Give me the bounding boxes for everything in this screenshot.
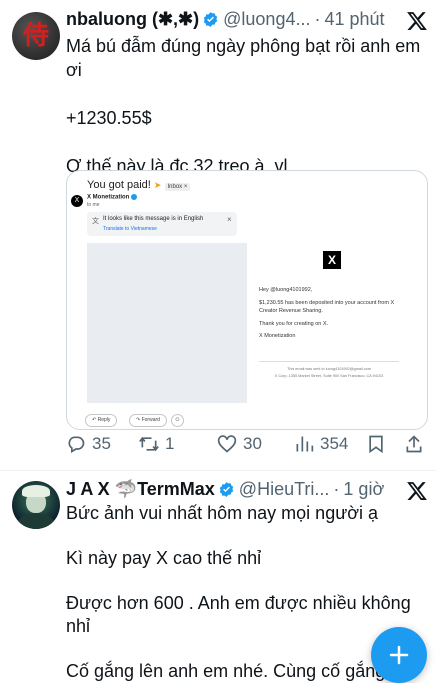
email-subject: You got paid! ➤ Inbox × bbox=[87, 179, 191, 191]
x-logo-icon: X bbox=[323, 251, 341, 269]
avatar-body bbox=[18, 513, 54, 529]
inbox-tag: Inbox × bbox=[164, 183, 191, 191]
action-bar: 35 1 30 354 bbox=[66, 434, 426, 462]
translate-box: 文 It looks like this message is in Engli… bbox=[87, 212, 237, 236]
compose-button[interactable] bbox=[371, 627, 427, 683]
separator-dot: · bbox=[314, 9, 321, 29]
forward-label: Forward bbox=[141, 417, 160, 423]
heart-icon bbox=[217, 435, 237, 453]
bookmark-icon bbox=[369, 435, 383, 454]
views-count: 354 bbox=[320, 434, 349, 453]
views-chart-icon bbox=[296, 436, 314, 452]
sender-verified-icon bbox=[131, 194, 138, 200]
sender-name: X Monetization bbox=[87, 194, 138, 201]
reply-count: 35 bbox=[92, 434, 111, 453]
left-blank-panel bbox=[87, 243, 247, 403]
footer-line bbox=[259, 361, 399, 362]
forward-button[interactable]: ↷ Forward bbox=[129, 414, 167, 427]
retweet-count: 1 bbox=[165, 434, 175, 453]
reply-label: Reply bbox=[97, 417, 111, 423]
attached-image[interactable]: You got paid! ➤ Inbox × X X Monetization… bbox=[66, 170, 428, 430]
signature: X Monetization bbox=[259, 333, 296, 339]
timestamp[interactable]: 1 giờ bbox=[343, 479, 384, 500]
body-paragraph: $1,230.55 has been deposited into your a… bbox=[259, 300, 395, 314]
plus-icon bbox=[389, 645, 409, 665]
thanks: Thank you for creating on X. bbox=[259, 321, 329, 327]
arrow-icon: ➤ bbox=[153, 180, 162, 190]
tweet-1[interactable]: 侍 nbaluong (✱,✱) @luong4... · 41 phút Má… bbox=[0, 0, 436, 470]
x-logo-icon[interactable] bbox=[406, 480, 428, 502]
tweet-header: nbaluong (✱,✱) @luong4... · 41 phút bbox=[66, 9, 385, 30]
share-icon bbox=[406, 435, 422, 453]
tweet-text: Má bú đẫm đúng ngày phông bạt rồi anh em… bbox=[66, 36, 421, 176]
sender-label: X Monetization bbox=[87, 194, 130, 201]
retweet-icon bbox=[139, 436, 159, 452]
recipient: to me bbox=[87, 202, 100, 208]
handle[interactable]: @luong4... bbox=[223, 9, 310, 30]
share-button[interactable] bbox=[404, 434, 424, 454]
retweet-button[interactable]: 1 bbox=[139, 434, 174, 454]
sender-avatar: X bbox=[71, 195, 83, 207]
email-body: X Hey @luong4101992, $1,230.55 has been … bbox=[249, 243, 409, 403]
verified-badge-icon bbox=[203, 12, 218, 27]
footer-2: X Corp. 1355 Market Street, Suite 900 Sa… bbox=[274, 374, 384, 378]
reply-button[interactable]: 35 bbox=[66, 434, 111, 454]
display-name[interactable]: nbaluong (✱,✱) bbox=[66, 9, 199, 30]
avatar-hair bbox=[22, 485, 50, 497]
reply-icon bbox=[68, 436, 85, 453]
handle[interactable]: @HieuTri... bbox=[239, 479, 330, 500]
avatar[interactable]: 侍 bbox=[12, 12, 60, 60]
translate-link[interactable]: Translate to Vietnamese bbox=[103, 226, 157, 232]
subject-text: You got paid! bbox=[87, 179, 151, 191]
like-button[interactable]: 30 bbox=[217, 434, 262, 454]
greeting: Hey @luong4101992, bbox=[259, 287, 313, 293]
translate-notice: It looks like this message is in English bbox=[103, 216, 204, 222]
x-logo-icon[interactable] bbox=[406, 10, 428, 32]
footer-1: This email was sent to luong4101992@gmai… bbox=[287, 367, 371, 371]
views-button[interactable]: 354 bbox=[294, 434, 348, 454]
like-count: 30 bbox=[243, 434, 262, 453]
tweet-header: J A X 🦈TermMax @HieuTri... · 1 giờ bbox=[66, 479, 384, 500]
bookmark-button[interactable] bbox=[366, 434, 386, 454]
avatar-logo: 侍 bbox=[22, 21, 49, 51]
translate-icon: 文 bbox=[92, 218, 99, 225]
dismiss-icon[interactable]: × bbox=[227, 215, 232, 224]
avatar[interactable] bbox=[12, 481, 60, 529]
display-name[interactable]: J A X 🦈TermMax bbox=[66, 479, 215, 500]
verified-badge-icon bbox=[219, 482, 233, 497]
timestamp[interactable]: 41 phút bbox=[324, 9, 384, 30]
emoji-button[interactable]: ☺ bbox=[171, 414, 184, 427]
reply-button[interactable]: ↶ Reply bbox=[85, 414, 118, 427]
separator-dot: · bbox=[333, 479, 340, 499]
